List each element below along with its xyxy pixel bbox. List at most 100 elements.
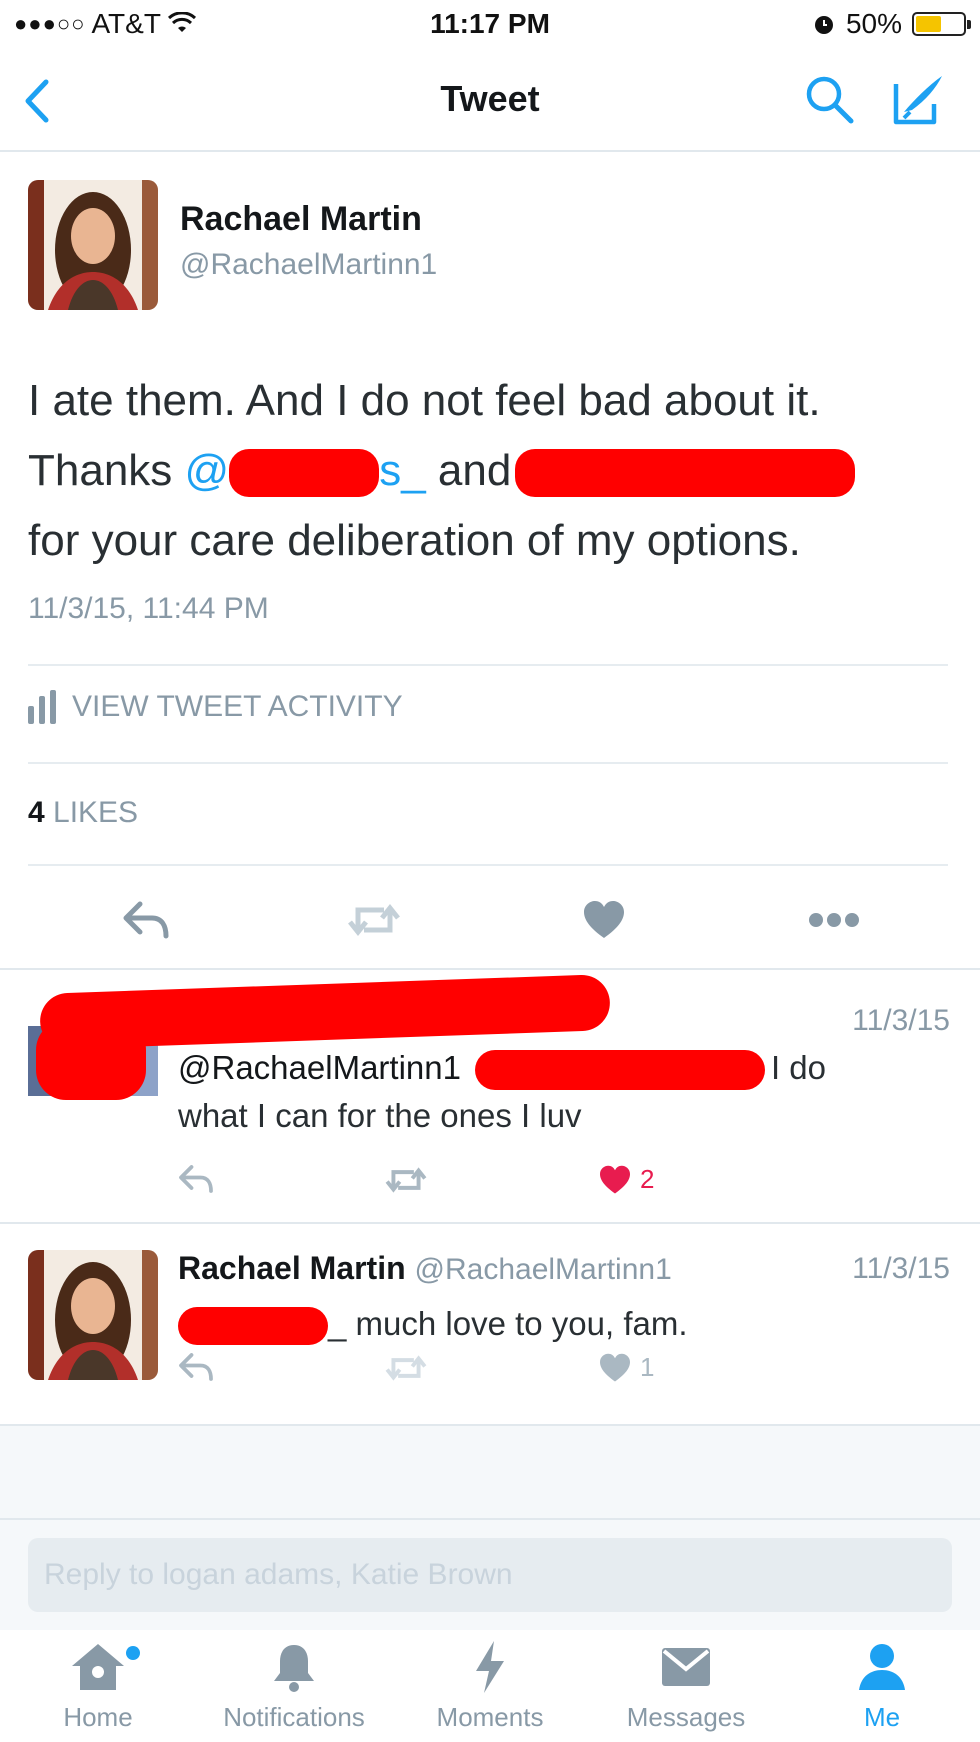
reply-composer	[0, 1518, 980, 1630]
battery-percent: 50%	[845, 8, 902, 39]
home-icon	[72, 1644, 124, 1690]
mention-suffix: s_	[379, 446, 426, 495]
tweet-actions	[0, 890, 980, 950]
and-text: and	[425, 446, 512, 495]
tab-label: Messages	[626, 1702, 746, 1732]
tweet-timestamp: 11/3/15, 11:44 PM	[28, 592, 269, 625]
tab-home[interactable]: Home	[8, 1638, 188, 1738]
tab-bar: Home Notifications Moments Messages Me	[0, 1630, 980, 1742]
tab-label: Me	[863, 1702, 901, 1732]
notification-dot	[126, 1646, 140, 1660]
more-dots-icon	[809, 913, 859, 927]
reply-icon	[123, 901, 169, 939]
tab-label: Moments	[436, 1702, 544, 1732]
view-tweet-activity-button[interactable]: VIEW TWEET ACTIVITY	[28, 690, 403, 724]
tab-me[interactable]: Me	[792, 1638, 972, 1738]
like-button[interactable]: 1	[598, 1352, 654, 1383]
tab-label: Notifications	[223, 1702, 365, 1732]
reply-text: _ much love to you, fam.	[178, 1300, 958, 1348]
lightning-icon	[476, 1641, 504, 1693]
mention-link-1[interactable]: @ s_	[184, 446, 426, 498]
like-button[interactable]	[574, 890, 634, 950]
reply-author[interactable]: Rachael Martin @RachaelMartinn1	[178, 1250, 672, 1287]
redaction-mark	[229, 449, 380, 498]
nav-bar: Tweet	[0, 48, 980, 152]
like-count: 2	[640, 1164, 655, 1194]
retweet-icon	[385, 1355, 427, 1381]
reply-text-line-1: @RachaelMartinn1 I do	[178, 1044, 958, 1092]
tweet-line-3: for your care deliberation of my options…	[28, 516, 801, 565]
tweet-text: I ate them. And I do not feel bad about …	[28, 366, 958, 576]
reply-timestamp: 11/3/15	[852, 1252, 950, 1285]
reply-icon	[179, 1353, 213, 1381]
like-button[interactable]: 2	[598, 1164, 654, 1195]
battery-fill	[916, 16, 941, 32]
reply-text-body: much love to you, fam.	[346, 1305, 688, 1342]
more-button[interactable]	[804, 890, 864, 950]
redaction-mark	[474, 1050, 765, 1091]
reply-mention[interactable]: @RachaelMartinn1	[178, 1049, 461, 1086]
likes-count-link[interactable]: 4 LIKES	[28, 796, 138, 830]
battery-icon	[912, 12, 971, 36]
author-handle[interactable]: @RachaelMartinn1	[180, 248, 437, 282]
retweet-button[interactable]	[384, 1352, 428, 1384]
retweet-button[interactable]	[344, 890, 404, 950]
reply-avatar[interactable]	[28, 1250, 158, 1380]
reply-tweet[interactable]: 11/3/15 @RachaelMartinn1 I do what I can …	[0, 970, 980, 1222]
avatar-photo	[28, 1250, 158, 1380]
reply-input[interactable]	[28, 1538, 952, 1612]
divider	[28, 664, 948, 666]
reply-text: @RachaelMartinn1 I do what I can for the …	[178, 1044, 958, 1140]
compose-button[interactable]	[890, 70, 948, 128]
reply-button[interactable]	[116, 890, 176, 950]
author-name[interactable]: Rachael Martin	[180, 200, 422, 239]
tab-moments[interactable]: Moments	[400, 1638, 580, 1738]
redaction-mark	[36, 1020, 146, 1100]
reply-button[interactable]	[178, 1164, 214, 1194]
author-avatar[interactable]	[28, 180, 158, 310]
like-count: 1	[640, 1352, 655, 1382]
retweet-icon	[348, 903, 400, 937]
empty-area	[0, 1426, 980, 1518]
search-icon	[806, 76, 854, 124]
redaction-mark	[178, 1307, 328, 1346]
bar-chart-icon	[28, 690, 56, 724]
redaction-mark	[515, 449, 856, 498]
tweet-line-1: I ate them. And I do not feel bad about …	[28, 376, 821, 425]
mention-at: @	[184, 446, 230, 495]
divider	[28, 762, 948, 764]
reply-timestamp: 11/3/15	[852, 1004, 950, 1037]
tab-notifications[interactable]: Notifications	[204, 1638, 384, 1738]
reply-text-prefix: _	[328, 1305, 347, 1342]
status-right: 50%	[812, 8, 971, 40]
heart-icon	[600, 1353, 630, 1381]
tab-messages[interactable]: Messages	[596, 1638, 776, 1738]
activity-label: VIEW TWEET ACTIVITY	[72, 690, 403, 723]
heart-icon	[584, 901, 624, 938]
reply-text-line-2: what I can for the ones I luv	[178, 1097, 582, 1134]
search-button[interactable]	[802, 72, 858, 128]
envelope-icon	[662, 1648, 710, 1686]
alarm-icon	[814, 16, 833, 34]
divider	[28, 864, 948, 866]
likes-number: 4	[28, 796, 45, 829]
avatar-photo	[28, 180, 158, 310]
reply-icon	[179, 1165, 213, 1193]
reply-actions: 2	[178, 1164, 938, 1204]
reply-actions: 1	[178, 1352, 938, 1392]
person-icon	[859, 1644, 905, 1690]
reply-author-name: Rachael Martin	[178, 1250, 406, 1286]
thanks-text: Thanks	[28, 446, 185, 495]
retweet-button[interactable]	[384, 1164, 428, 1196]
status-bar: ●●●○○ AT&T 11:17 PM 50%	[0, 0, 980, 48]
tweet-line-2: Thanks @ s_ and	[28, 436, 958, 506]
likes-label: LIKES	[44, 796, 139, 829]
retweet-icon	[385, 1167, 427, 1193]
heart-icon	[600, 1165, 630, 1193]
reply-tweet[interactable]: Rachael Martin @RachaelMartinn1 11/3/15 …	[0, 1224, 980, 1424]
compose-icon	[893, 76, 942, 125]
bell-icon	[274, 1645, 314, 1692]
reply-button[interactable]	[178, 1352, 214, 1382]
tab-label: Home	[63, 1702, 133, 1732]
reply-text-tail: I do	[770, 1049, 827, 1086]
